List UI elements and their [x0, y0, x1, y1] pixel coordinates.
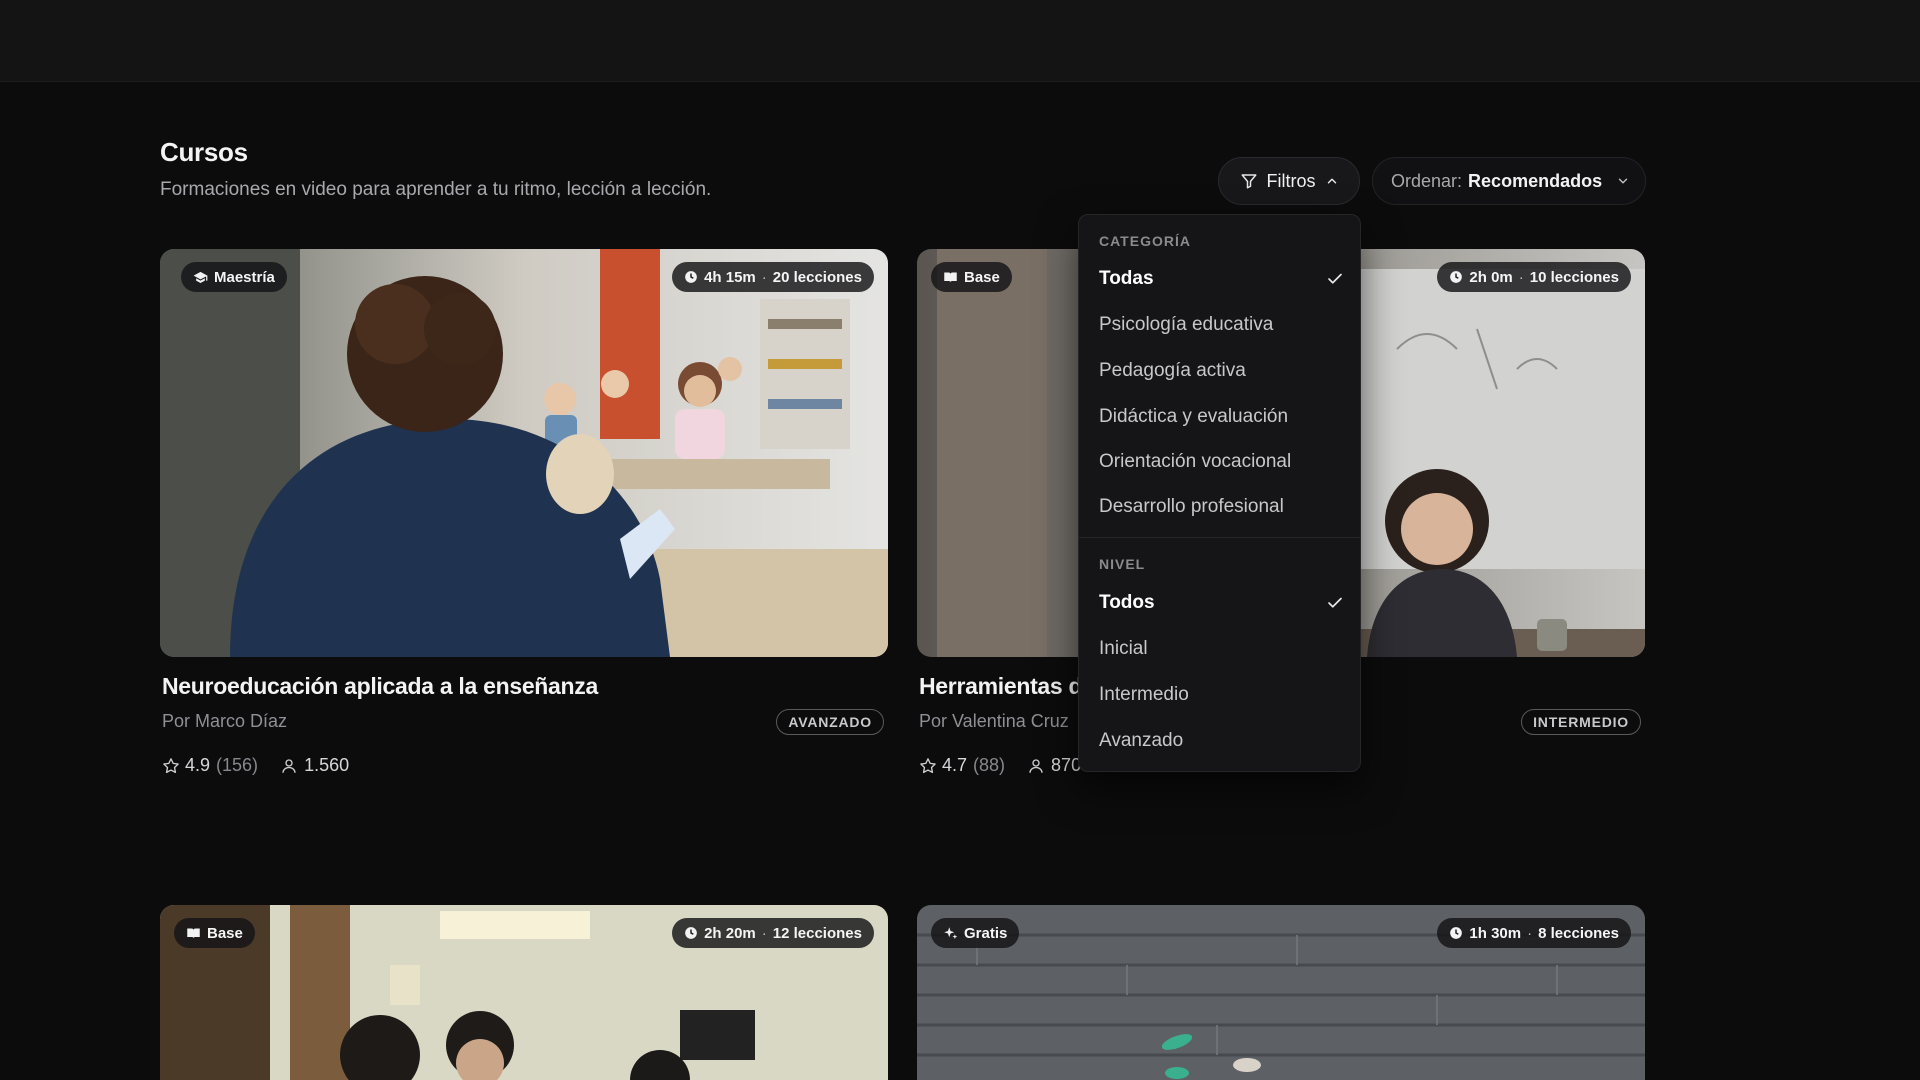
filters-menu: CATEGORÍA Todas Psicología educativa Ped… [1078, 214, 1361, 772]
course-card[interactable]: Gratis 1h 30m · 8 lecciones [917, 905, 1645, 1080]
review-count: (88) [973, 755, 1006, 775]
course-type-badge: Base [174, 918, 255, 948]
level-option-avanzado[interactable]: Avanzado [1099, 723, 1344, 759]
page-title: Cursos [160, 137, 248, 167]
duration-badge: 4h 15m · 20 lecciones [672, 262, 874, 292]
course-thumbnail[interactable]: Gratis 1h 30m · 8 lecciones [917, 905, 1645, 1080]
course-author: Por Marco Díaz [162, 711, 288, 731]
category-option-orientacion[interactable]: Orientación vocacional [1099, 444, 1344, 480]
level-badge: INTERMEDIO [1521, 709, 1641, 735]
clock-icon [685, 927, 697, 939]
category-option-desarrollo[interactable]: Desarrollo profesional [1099, 489, 1344, 525]
chevron-down-icon [1618, 178, 1628, 184]
star-icon [163, 757, 179, 773]
filter-icon [1241, 174, 1256, 189]
students-count: 1.560 [304, 755, 350, 775]
user-icon [282, 758, 296, 773]
book-icon [944, 272, 957, 282]
level-option-intermedio[interactable]: Intermedio [1099, 677, 1344, 713]
sort-prefix: Ordenar: [1391, 170, 1463, 191]
course-stats: 4.9 (156) 1.560 [162, 755, 349, 776]
level-section-title: NIVEL [1099, 556, 1146, 572]
course-thumbnail[interactable]: Base 2h 20m · 12 lecciones [160, 905, 888, 1080]
course-title[interactable]: Neuroeducación aplicada a la enseñanza [162, 673, 598, 700]
category-section-title: CATEGORÍA [1099, 233, 1191, 249]
clock-icon [685, 271, 697, 283]
rating-value: 4.7 [942, 755, 968, 775]
students-count: 870 [1051, 755, 1082, 775]
menu-divider [1079, 537, 1360, 538]
clock-icon [1450, 927, 1463, 939]
sort-value: Recomendados [1468, 170, 1603, 191]
top-bar [0, 0, 1920, 82]
check-icon [1328, 273, 1342, 284]
course-stats: 4.7 (88) 870 [919, 755, 1081, 776]
level-option-todos[interactable]: Todos [1099, 585, 1344, 621]
classroom-image [160, 249, 888, 657]
duration-badge: 1h 30m · 8 lecciones [1437, 918, 1631, 948]
category-option-psicologia[interactable]: Psicología educativa [1099, 307, 1344, 343]
chevron-up-icon [1327, 178, 1336, 184]
course-card[interactable]: Maestría 4h 15m · 20 lecciones Neuroeduc… [160, 249, 888, 789]
sparkle-icon [944, 926, 958, 939]
filters-label: Filtros [1266, 170, 1316, 191]
duration-badge: 2h 0m · 10 lecciones [1437, 262, 1631, 292]
book-icon [187, 928, 200, 938]
course-type-badge: Maestría [181, 262, 287, 292]
review-count: (156) [216, 755, 259, 775]
check-icon [1328, 597, 1342, 608]
level-badge: AVANZADO [776, 709, 884, 735]
course-thumbnail[interactable]: Maestría 4h 15m · 20 lecciones [160, 249, 888, 657]
category-option-todas[interactable]: Todas [1099, 261, 1344, 297]
course-type-badge: Base [931, 262, 1012, 292]
course-author: Por Valentina Cruz [919, 711, 1069, 731]
level-option-inicial[interactable]: Inicial [1099, 631, 1344, 667]
course-card[interactable]: Base 2h 20m · 12 lecciones [160, 905, 888, 1080]
course-title[interactable]: Herramientas d [919, 673, 1083, 700]
user-icon [1029, 758, 1043, 773]
sort-dropdown[interactable]: Ordenar: Recomendados [1372, 157, 1646, 205]
rating-value: 4.9 [185, 755, 211, 775]
filters-button[interactable]: Filtros [1218, 157, 1360, 205]
clock-icon [1450, 271, 1463, 283]
duration-badge: 2h 20m · 12 lecciones [672, 918, 874, 948]
category-option-didactica[interactable]: Didáctica y evaluación [1099, 399, 1344, 435]
page-subtitle: Formaciones en video para aprender a tu … [160, 179, 712, 200]
graduation-cap-icon [193, 271, 208, 283]
category-option-pedagogia[interactable]: Pedagogía activa [1099, 353, 1344, 389]
star-icon [920, 757, 936, 773]
course-type-badge: Gratis [931, 918, 1020, 948]
